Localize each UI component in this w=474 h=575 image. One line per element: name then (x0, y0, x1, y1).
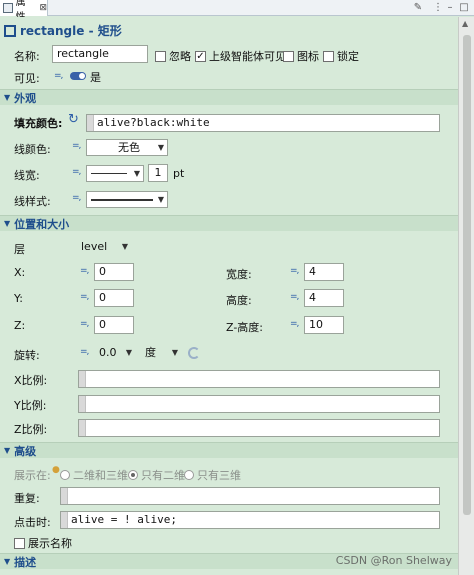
on-click-label: 点击时: (14, 516, 51, 529)
hint-icon: ● (52, 465, 60, 475)
scroll-up-icon[interactable]: ▲ (462, 19, 468, 28)
parent-visible-checkbox[interactable]: ✓ 上级智能体可见 (195, 48, 286, 64)
chevron-down-icon: ▼ (133, 169, 140, 178)
line-style-select[interactable]: ▼ (86, 191, 168, 208)
x-scale-input[interactable] (78, 370, 440, 388)
scroll-thumb[interactable] (463, 35, 471, 515)
show-in-label: 展示在: (14, 469, 51, 482)
minimize-icon[interactable]: – (444, 2, 456, 14)
rectangle-icon (4, 24, 16, 37)
dynamic-value-icon[interactable]: =, (72, 193, 81, 203)
on-click-input[interactable]: alive = ! alive; (60, 511, 440, 529)
view-tab-bar: 属性 ⊠ ✎ ⋮ – □ (0, 0, 474, 23)
fill-color-input[interactable]: alive?black:white (86, 114, 440, 132)
dynamic-value-icon[interactable]: =, (72, 141, 81, 151)
width-input[interactable]: 4 (304, 263, 344, 281)
line-color-select[interactable]: 无色 ▼ (86, 139, 168, 156)
collapse-icon: ▼ (4, 446, 11, 455)
dynamic-value-icon[interactable]: =, (72, 167, 81, 177)
z-label: Z: (14, 319, 26, 332)
rotation-select[interactable]: 0.0 ▼ (94, 344, 136, 361)
z-input[interactable]: 0 (94, 316, 134, 334)
z-scale-label: Z比例: (14, 423, 48, 436)
z-height-label: Z-高度: (226, 321, 264, 334)
dynamic-value-icon[interactable]: =, (80, 292, 89, 302)
line-width-label: 线宽: (14, 169, 40, 182)
watermark: CSDN @Ron Shelway (335, 554, 452, 567)
dynamic-value-icon[interactable]: =, (54, 71, 63, 81)
page-title: rectangle - 矩形 (4, 22, 122, 39)
vertical-scrollbar[interactable]: ▲ (458, 17, 474, 575)
fill-color-label: 填充颜色: (14, 117, 63, 130)
dynamic-value-icon[interactable]: =, (80, 347, 89, 357)
x-scale-label: X比例: (14, 374, 48, 387)
icon-checkbox[interactable]: 图标 (283, 48, 319, 64)
chevron-down-icon: ▼ (171, 348, 178, 357)
y-label: Y: (14, 292, 23, 305)
dynamic-value-icon[interactable]: =, (290, 266, 299, 276)
dynamic-loop-icon[interactable]: ↻ (68, 112, 79, 127)
y-input[interactable]: 0 (94, 289, 134, 307)
properties-panel: rectangle - 矩形 名称: rectangle 忽略 ✓ 上级智能体可见… (0, 17, 458, 575)
menu-icon[interactable]: ⋮ (432, 2, 444, 14)
name-label: 名称: (14, 50, 40, 63)
y-scale-input[interactable] (78, 395, 440, 413)
line-width-input[interactable]: 1 (148, 164, 168, 182)
radio-2d-only[interactable]: 只有二维 (128, 467, 185, 483)
x-input[interactable]: 0 (94, 263, 134, 281)
collapse-icon: ▼ (4, 93, 11, 102)
tab-properties[interactable]: 属性 ⊠ (0, 0, 48, 23)
visible-toggle[interactable] (70, 72, 86, 80)
line-width-select[interactable]: ▼ (86, 165, 144, 182)
edit-icon[interactable]: ✎ (412, 2, 424, 14)
rotate-icon[interactable] (188, 347, 200, 359)
line-width-unit: pt (173, 167, 185, 180)
height-label: 高度: (226, 294, 252, 307)
dynamic-value-icon[interactable]: =, (290, 292, 299, 302)
ignore-checkbox[interactable]: 忽略 (155, 48, 191, 64)
layer-label: 层 (14, 243, 25, 256)
dynamic-value-icon[interactable]: =, (80, 319, 89, 329)
section-position-size[interactable]: ▼ 位置和大小 (0, 215, 458, 231)
visible-value: 是 (90, 71, 101, 84)
collapse-icon: ▼ (4, 219, 11, 228)
radio-3d-only[interactable]: 只有三维 (184, 467, 241, 483)
width-label: 宽度: (226, 268, 252, 281)
properties-icon (3, 3, 13, 13)
collapse-icon: ▼ (4, 557, 11, 566)
chevron-down-icon: ▼ (157, 195, 164, 204)
radio-2d-3d[interactable]: 二维和三维 (60, 467, 128, 483)
chevron-down-icon: ▼ (157, 143, 164, 152)
repeat-label: 重复: (14, 492, 40, 505)
z-scale-input[interactable] (78, 419, 440, 437)
rotation-label: 旋转: (14, 349, 40, 362)
show-name-checkbox[interactable]: 展示名称 (14, 535, 72, 551)
lock-checkbox[interactable]: 锁定 (323, 48, 359, 64)
title-text: rectangle - 矩形 (20, 24, 122, 38)
section-appearance[interactable]: ▼ 外观 (0, 89, 458, 105)
line-style-label: 线样式: (14, 195, 51, 208)
dynamic-value-icon[interactable]: =, (80, 266, 89, 276)
height-input[interactable]: 4 (304, 289, 344, 307)
rotation-unit-select[interactable]: 度 ▼ (140, 344, 182, 361)
chevron-down-icon: ▼ (125, 348, 132, 357)
layer-select[interactable]: level ▼ (76, 238, 132, 255)
y-scale-label: Y比例: (14, 399, 47, 412)
x-label: X: (14, 266, 26, 279)
z-height-input[interactable]: 10 (304, 316, 344, 334)
close-icon[interactable]: ⊠ (39, 3, 47, 13)
section-advanced[interactable]: ▼ 高级 (0, 442, 458, 458)
maximize-icon[interactable]: □ (458, 2, 470, 14)
name-input[interactable]: rectangle (52, 45, 148, 63)
repeat-input[interactable] (60, 487, 440, 505)
chevron-down-icon: ▼ (121, 242, 128, 251)
line-color-label: 线颜色: (14, 143, 51, 156)
visible-label: 可见: (14, 72, 40, 85)
dynamic-value-icon[interactable]: =, (290, 319, 299, 329)
